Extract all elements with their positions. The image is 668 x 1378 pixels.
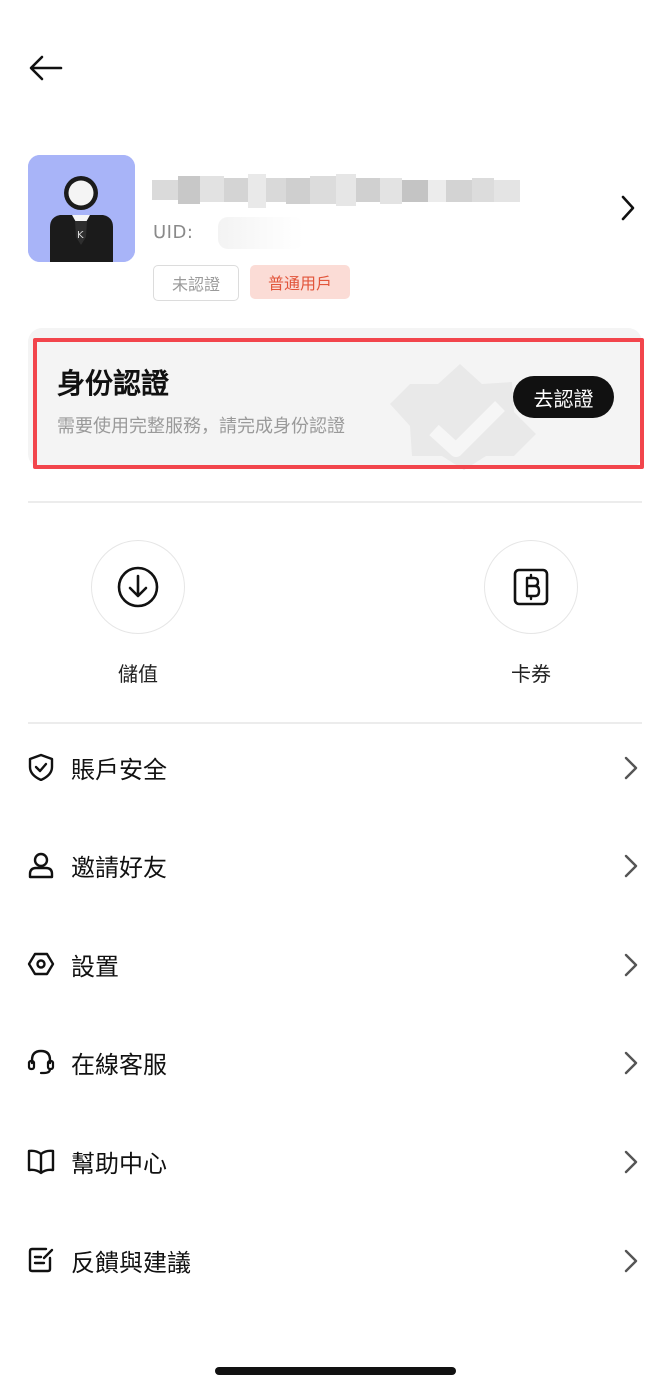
verification-subtitle: 需要使用完整服務，請完成身份認證 [57, 416, 345, 437]
hexagon-settings-icon [27, 952, 55, 976]
coupon-button[interactable] [484, 540, 578, 634]
menu-label: 邀請好友 [71, 854, 167, 882]
headset-icon [27, 1049, 55, 1075]
book-icon [27, 1149, 55, 1175]
uid-value-blurred [218, 217, 304, 249]
menu-label: 賬戶安全 [71, 756, 167, 784]
deposit-download-icon [117, 566, 159, 608]
back-button[interactable] [24, 50, 68, 86]
deposit-button[interactable] [91, 540, 185, 634]
uid-label: UID: [153, 222, 194, 243]
profile-detail-button[interactable] [612, 190, 644, 226]
user-avatar-icon [28, 155, 135, 262]
start-verification-button[interactable]: 去認證 [513, 376, 614, 418]
verified-badge-watermark-icon [390, 360, 540, 470]
menu-label: 幫助中心 [71, 1150, 167, 1178]
menu-label: 設置 [71, 953, 119, 981]
arrow-left-icon [29, 55, 63, 81]
menu-item-settings[interactable]: 設置 [0, 921, 668, 1019]
feedback-edit-icon [28, 1247, 54, 1273]
user-level-badge: 普通用戶 [250, 265, 350, 299]
menu-item-help-center[interactable]: 幫助中心 [0, 1118, 668, 1216]
unverified-badge: 未認證 [153, 265, 239, 301]
chevron-right-icon [624, 854, 638, 878]
user-icon [28, 852, 54, 879]
coupon-bitcoin-icon [513, 568, 549, 606]
chevron-right-icon [624, 1249, 638, 1273]
chevron-right-icon [621, 195, 635, 221]
divider [28, 501, 642, 503]
chevron-right-icon [624, 756, 638, 780]
home-indicator[interactable] [215, 1367, 456, 1375]
chevron-right-icon [624, 953, 638, 977]
menu-item-account-security[interactable]: 賬戶安全 [0, 724, 668, 822]
menu-label: 在線客服 [71, 1051, 167, 1079]
username-blurred [152, 170, 527, 210]
chevron-right-icon [624, 1051, 638, 1075]
verification-title: 身份認證 [57, 367, 170, 400]
avatar-letter: K [77, 230, 84, 241]
menu-item-feedback[interactable]: 反饋與建議 [0, 1217, 668, 1315]
avatar[interactable]: K [28, 155, 135, 262]
coupon-label: 卡券 [511, 662, 551, 686]
menu-item-invite-friends[interactable]: 邀請好友 [0, 822, 668, 920]
menu-label: 反饋與建議 [71, 1249, 191, 1277]
chevron-right-icon [624, 1150, 638, 1174]
menu-item-online-support[interactable]: 在線客服 [0, 1019, 668, 1117]
deposit-label: 儲值 [118, 662, 158, 686]
shield-check-icon [28, 753, 54, 781]
